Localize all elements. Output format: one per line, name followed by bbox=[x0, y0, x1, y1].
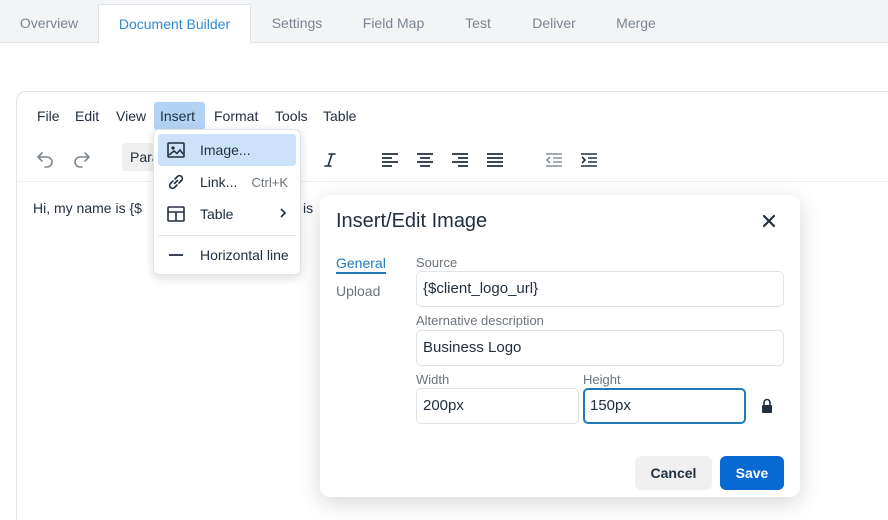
tab-settings[interactable]: Settings bbox=[251, 4, 343, 43]
menu-insert[interactable]: Insert bbox=[154, 102, 205, 130]
insert-image-dialog: Insert/Edit Image General Upload Source … bbox=[320, 195, 800, 497]
outdent-icon[interactable] bbox=[540, 146, 568, 174]
insert-link-item[interactable]: Link... Ctrl+K bbox=[158, 166, 296, 198]
align-left-icon[interactable] bbox=[376, 146, 404, 174]
top-tab-bar: Overview Document Builder Settings Field… bbox=[0, 0, 888, 44]
align-justify-icon[interactable] bbox=[481, 146, 509, 174]
redo-icon[interactable] bbox=[68, 146, 96, 174]
menu-format[interactable]: Format bbox=[208, 102, 264, 130]
menu-table[interactable]: Table bbox=[317, 102, 362, 130]
width-label: Width bbox=[416, 372, 450, 387]
tab-deliver[interactable]: Deliver bbox=[512, 4, 596, 43]
editor-content-left[interactable]: Hi, my name is {$ bbox=[33, 200, 142, 216]
tab-field-map[interactable]: Field Map bbox=[343, 4, 444, 43]
alt-description-input[interactable]: Business Logo bbox=[416, 330, 784, 366]
insert-table-label: Table bbox=[200, 206, 234, 222]
chevron-right-icon bbox=[278, 206, 288, 222]
tab-test[interactable]: Test bbox=[444, 4, 512, 43]
tab-overview[interactable]: Overview bbox=[0, 4, 98, 43]
insert-image-item[interactable]: Image... bbox=[158, 134, 296, 166]
align-right-icon[interactable] bbox=[446, 146, 474, 174]
editor-content-right[interactable]: is bbox=[303, 200, 313, 216]
link-shortcut: Ctrl+K bbox=[251, 174, 288, 190]
tab-document-builder[interactable]: Document Builder bbox=[98, 4, 251, 44]
table-icon bbox=[166, 204, 192, 224]
dialog-title: Insert/Edit Image bbox=[336, 210, 488, 232]
height-input[interactable]: 150px bbox=[583, 388, 746, 424]
undo-icon[interactable] bbox=[31, 146, 59, 174]
menu-tools[interactable]: Tools bbox=[269, 102, 314, 130]
menu-divider bbox=[158, 235, 296, 236]
align-center-icon[interactable] bbox=[411, 146, 439, 174]
insert-table-item[interactable]: Table bbox=[158, 198, 296, 230]
source-input[interactable]: {$client_logo_url} bbox=[416, 271, 784, 307]
link-icon bbox=[166, 172, 192, 192]
insert-image-label: Image... bbox=[200, 142, 251, 158]
italic-icon[interactable] bbox=[316, 146, 344, 174]
menu-edit[interactable]: Edit bbox=[69, 102, 105, 130]
insert-horizontal-line-item[interactable]: Horizontal line bbox=[158, 239, 296, 271]
dialog-tab-general[interactable]: General bbox=[336, 255, 386, 274]
width-input[interactable]: 200px bbox=[416, 388, 579, 424]
insert-menu-dropdown: Image... Link... Ctrl+K Table Horizontal… bbox=[153, 129, 301, 275]
tab-merge[interactable]: Merge bbox=[596, 4, 676, 43]
insert-link-label: Link... bbox=[200, 174, 238, 190]
insert-horizontal-line-label: Horizontal line bbox=[200, 247, 289, 263]
horizontal-line-icon bbox=[166, 245, 192, 265]
indent-icon[interactable] bbox=[575, 146, 603, 174]
menu-file[interactable]: File bbox=[31, 102, 66, 130]
cancel-button[interactable]: Cancel bbox=[635, 456, 712, 490]
height-label: Height bbox=[583, 372, 621, 387]
close-icon[interactable] bbox=[758, 210, 780, 232]
alt-description-label: Alternative description bbox=[416, 313, 544, 328]
image-icon bbox=[166, 140, 192, 160]
save-button[interactable]: Save bbox=[720, 456, 784, 490]
editor-menubar: File Edit View Insert Format Tools Table bbox=[17, 92, 888, 140]
lock-icon[interactable] bbox=[760, 398, 774, 414]
menu-view[interactable]: View bbox=[110, 102, 152, 130]
dialog-tab-upload[interactable]: Upload bbox=[336, 283, 380, 299]
source-label: Source bbox=[416, 255, 458, 270]
